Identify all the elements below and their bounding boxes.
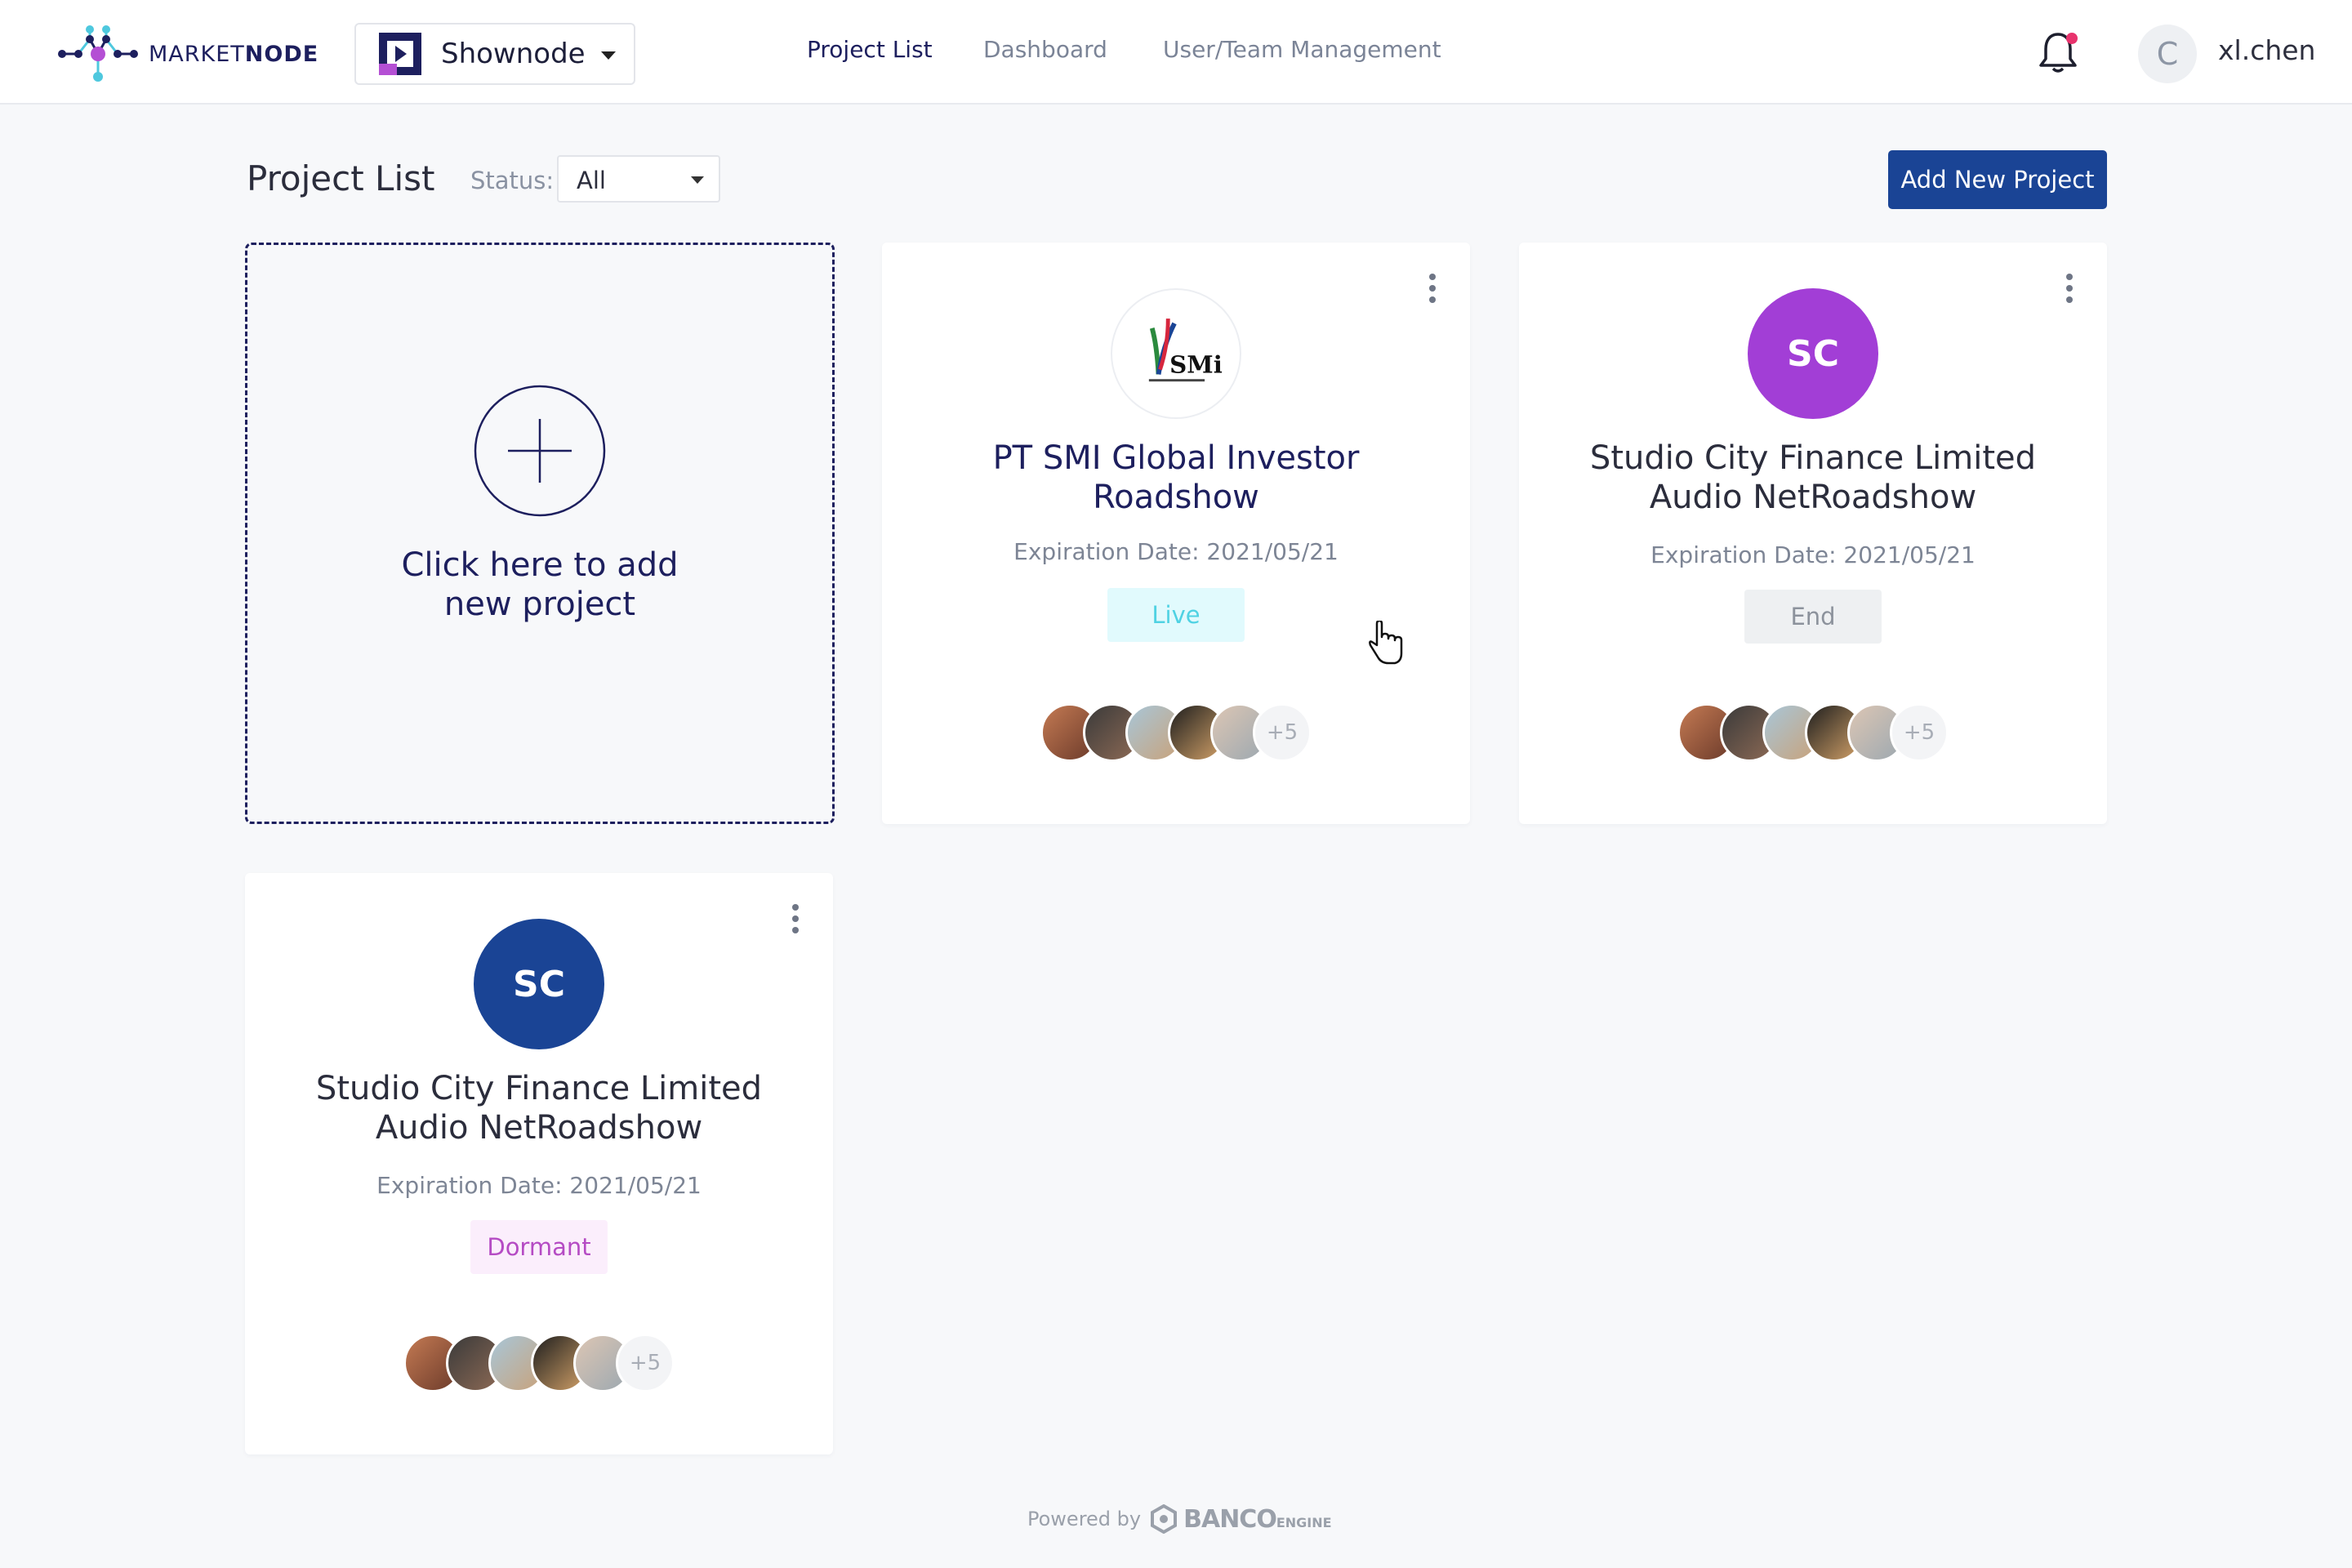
project-title-line2: Audio NetRoadshow [375,1109,703,1147]
nav-dashboard[interactable]: Dashboard [983,36,1107,63]
more-options-icon[interactable] [791,904,800,933]
nav-project-list[interactable]: Project List [807,36,933,63]
project-card-pt-smi[interactable]: SMi PT SMI Global Investor Roadshow Expi… [882,243,1470,824]
member-avatars[interactable]: +5 [1040,703,1312,762]
smi-logo-text: SMi [1169,350,1223,378]
chevron-down-icon [601,51,616,60]
top-navigation-bar: MARKETNODE Shownode Project List Dashboa… [0,0,2352,105]
status-filter-select[interactable]: All [557,155,720,203]
project-title-line1: Studio City Finance Limited [1589,439,2037,477]
footer: Powered by BANCOENGINE [1027,1504,1332,1534]
app-switcher-dropdown[interactable]: Shownode [354,23,635,85]
status-badge-live: Live [1107,588,1245,642]
logo-text: MARKETNODE [149,42,318,67]
network-logo-icon [58,25,138,82]
project-initials-avatar: SC [1748,288,1878,419]
expiration-date: Expiration Date: 2021/05/21 [1650,541,1976,568]
status-badge-dormant: Dormant [470,1220,608,1274]
member-avatars[interactable]: +5 [403,1334,675,1392]
plus-circle-icon [474,385,606,517]
hand-pointer-cursor-icon [1369,621,1403,665]
notification-dot [2066,33,2078,44]
marketnode-logo[interactable]: MARKETNODE [54,23,332,85]
project-title-line1: Studio City Finance Limited [315,1070,763,1107]
shownode-app-icon [379,33,421,75]
more-options-icon[interactable] [2065,274,2074,303]
project-title-line1: PT SMI Global Investor [992,439,1360,477]
member-avatars[interactable]: +5 [1677,703,1949,762]
add-project-text-line2: new project [443,586,636,623]
more-options-icon[interactable] [1428,274,1437,303]
expiration-date: Expiration Date: 2021/05/21 [376,1172,702,1199]
project-card-studio-city-end[interactable]: SC Studio City Finance Limited Audio Net… [1519,243,2107,824]
project-title-line2: Audio NetRoadshow [1649,479,1977,516]
add-new-project-button[interactable]: Add New Project [1888,150,2107,209]
brand-name: BANCO [1183,1504,1277,1534]
project-title: Studio City Finance Limited Audio NetRoa… [261,1069,817,1147]
status-filter-label: Status: [470,167,555,194]
banco-engine-logo-icon [1151,1504,1178,1534]
banco-engine-brand: BANCOENGINE [1183,1505,1331,1534]
expiration-date: Expiration Date: 2021/05/21 [1013,538,1339,565]
nav-user-team-management[interactable]: User/Team Management [1163,36,1441,63]
logo-text-market: MARKET [149,41,245,67]
status-badge-end: End [1744,590,1882,644]
project-initials-avatar: SC [474,919,604,1049]
brand-suffix: ENGINE [1276,1514,1332,1530]
project-title-line2: Roadshow [1093,479,1259,516]
app-switcher-label: Shownode [441,38,586,70]
more-members-count: +5 [1890,703,1949,762]
page-title: Project List [247,158,435,198]
project-title: PT SMI Global Investor Roadshow [898,439,1454,517]
add-project-text: Click here to add new project [247,546,832,624]
powered-by-text: Powered by [1027,1508,1142,1530]
status-filter-value: All [577,167,606,194]
project-title: Studio City Finance Limited Audio NetRoa… [1535,439,2091,517]
project-logo: SMi [1111,288,1241,419]
user-avatar[interactable]: C [2138,24,2197,83]
more-members-count: +5 [1253,703,1312,762]
logo-text-node: NODE [244,41,319,67]
add-project-text-line1: Click here to add [401,546,679,584]
more-members-count: +5 [616,1334,675,1392]
smi-logo-icon: SMi [1148,318,1223,382]
add-project-card[interactable]: Click here to add new project [245,243,835,824]
chevron-down-icon [691,176,704,184]
project-card-studio-city-dormant[interactable]: SC Studio City Finance Limited Audio Net… [245,873,833,1454]
user-name[interactable]: xl.chen [2218,34,2315,66]
